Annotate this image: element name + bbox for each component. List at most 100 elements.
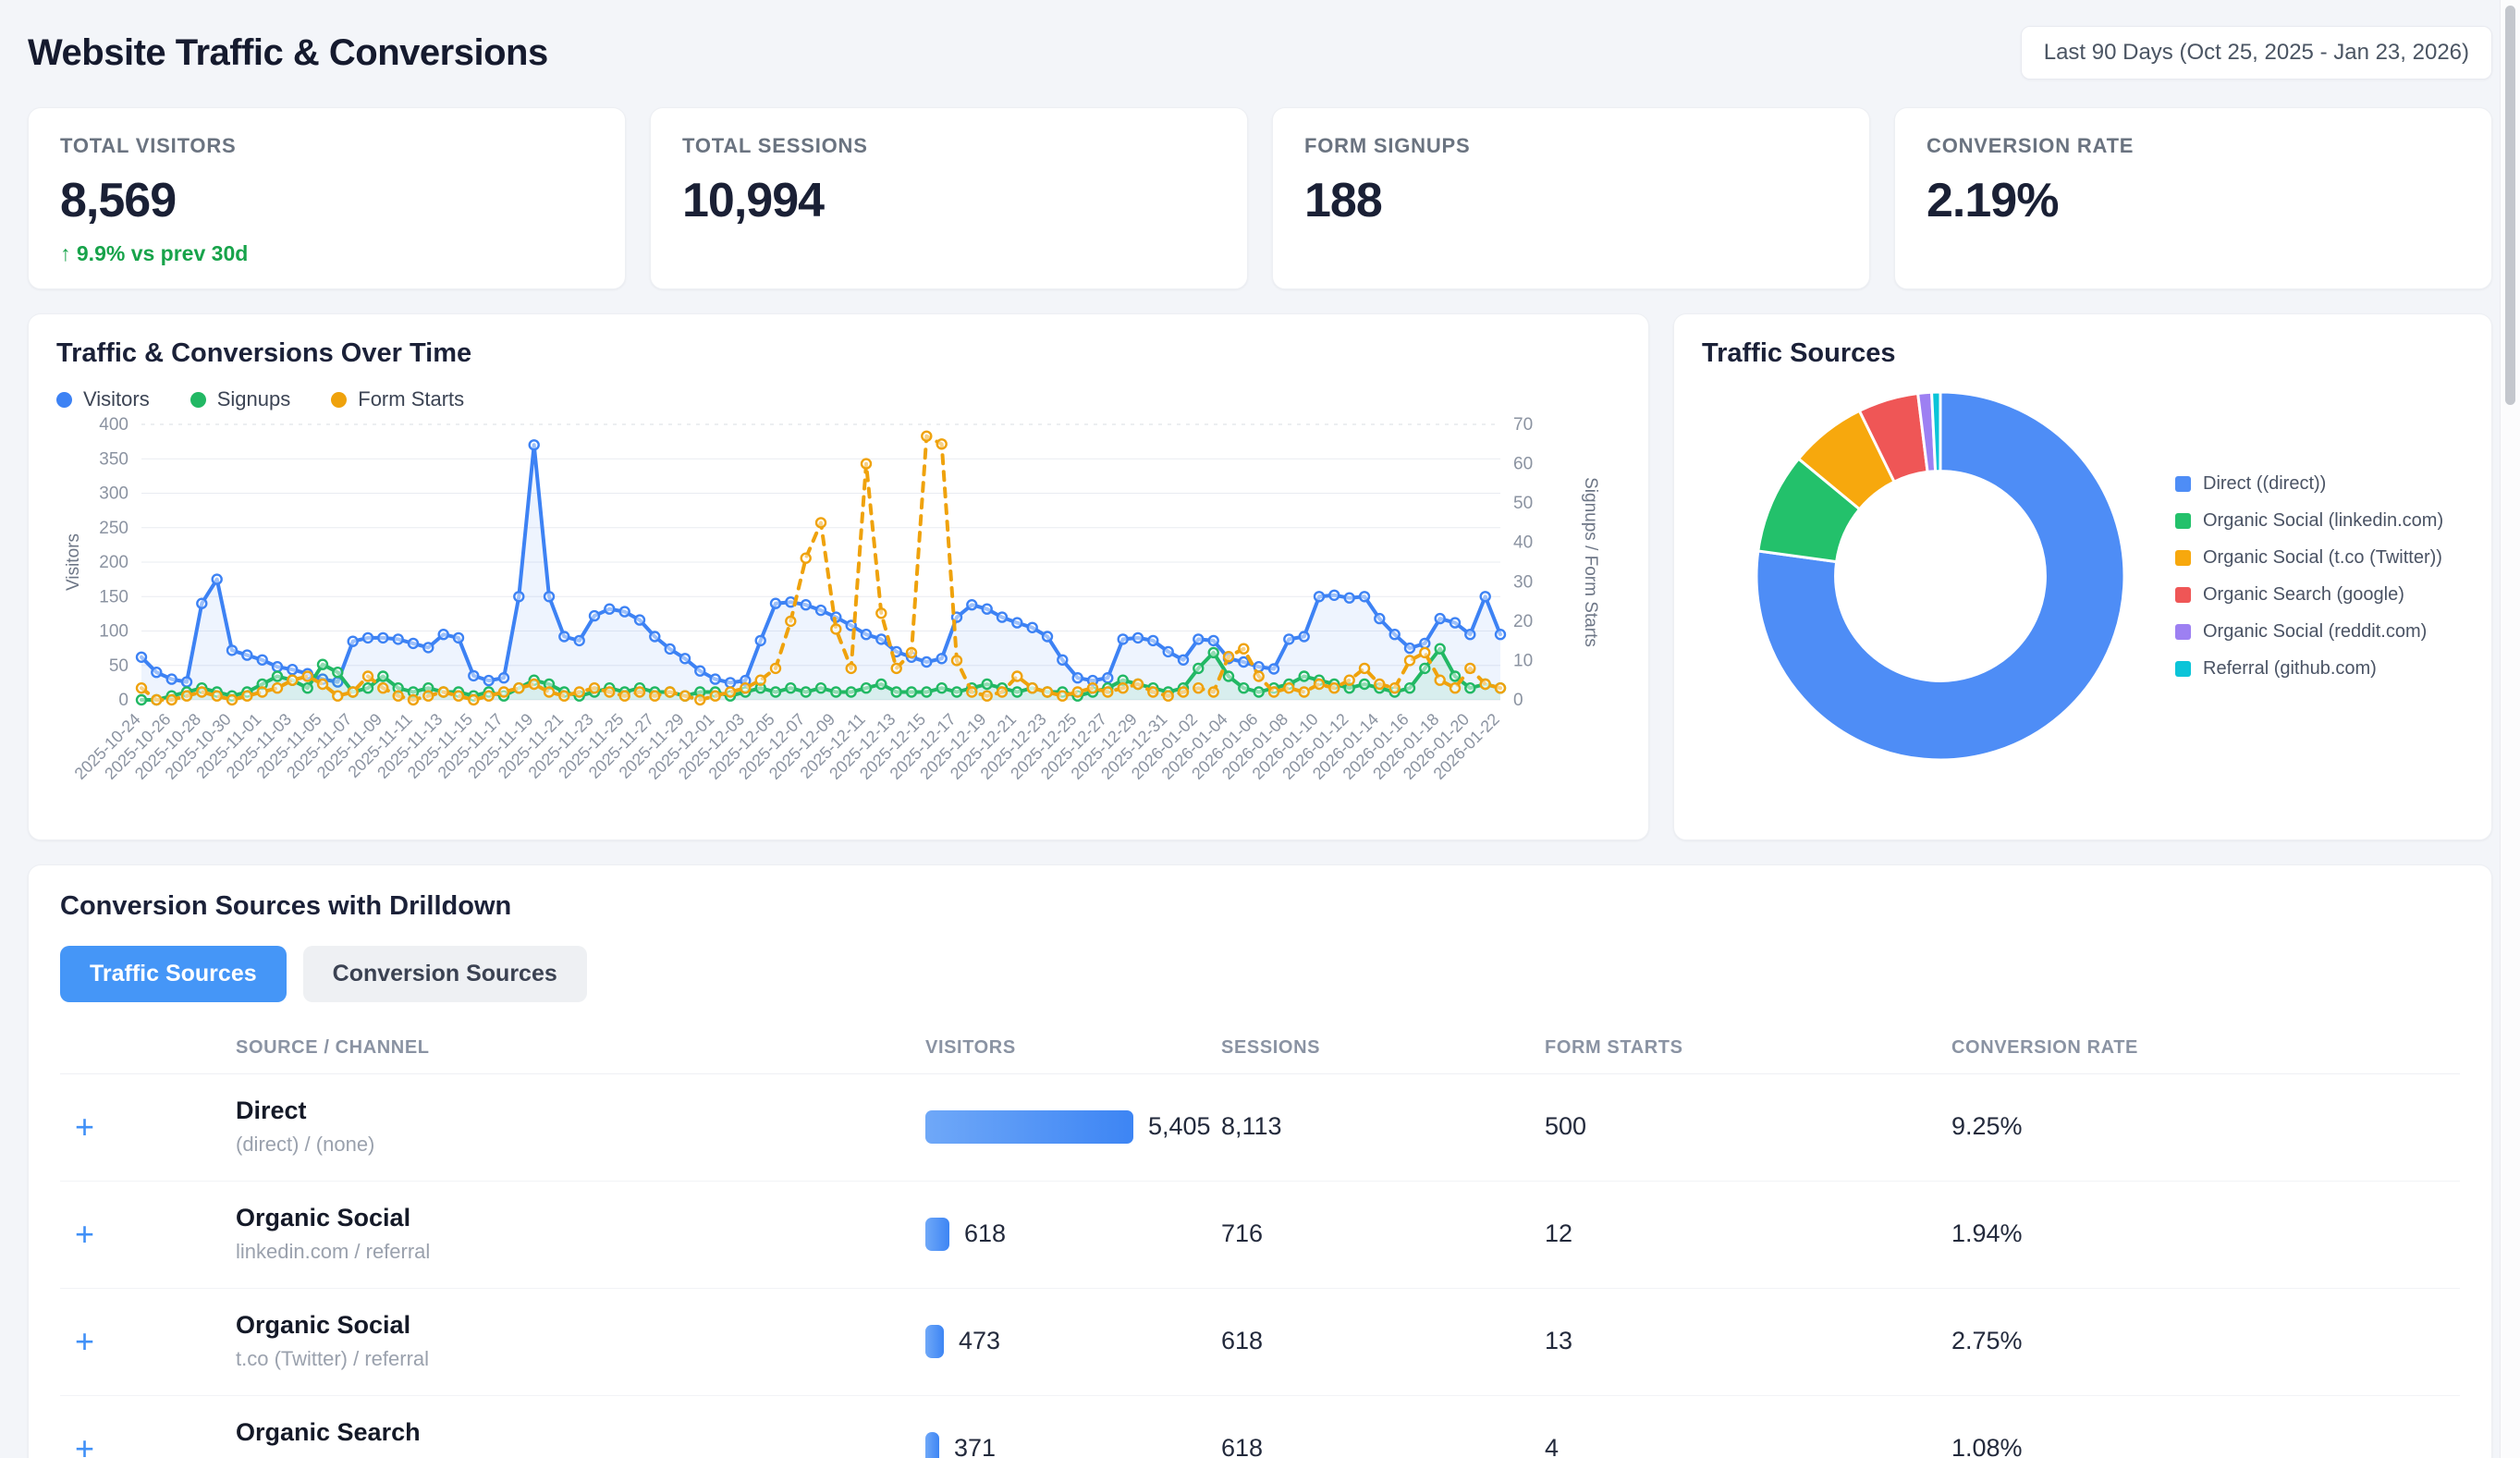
dot-icon bbox=[190, 392, 206, 408]
dashboard-page: Website Traffic & Conversions Last 90 Da… bbox=[0, 0, 2520, 1458]
donut-legend-item-referral-github-com[interactable]: Referral (github.com) bbox=[2175, 658, 2443, 680]
svg-text:10: 10 bbox=[1513, 651, 1533, 670]
svg-text:250: 250 bbox=[99, 519, 128, 538]
svg-text:60: 60 bbox=[1513, 455, 1533, 474]
expand-row-button[interactable]: + bbox=[60, 1110, 236, 1144]
legend-item-form-starts[interactable]: Form Starts bbox=[331, 387, 464, 411]
donut-legend-item-organic-search-google[interactable]: Organic Search (google) bbox=[2175, 584, 2443, 606]
visitors-bar bbox=[925, 1218, 949, 1251]
donut-legend-item-organic-social-reddit-com[interactable]: Organic Social (reddit.com) bbox=[2175, 621, 2443, 643]
legend-label: Signups bbox=[217, 387, 291, 411]
donut-legend-label: Organic Social (linkedin.com) bbox=[2203, 510, 2443, 532]
source-name: Organic Social bbox=[236, 1204, 925, 1232]
source-name: Direct bbox=[236, 1097, 925, 1125]
source-sub-label: t.co (Twitter) / referral bbox=[236, 1347, 925, 1371]
sessions-value: 716 bbox=[1221, 1219, 1545, 1248]
legend-label: Visitors bbox=[83, 387, 150, 411]
expand-row-button[interactable]: + bbox=[60, 1432, 236, 1458]
visitors-cell: 473 bbox=[925, 1325, 1221, 1358]
visitors-cell: 371 bbox=[925, 1432, 1221, 1458]
form-starts-value: 13 bbox=[1545, 1327, 1951, 1355]
expand-row-button[interactable]: + bbox=[60, 1218, 236, 1251]
stat-value: 10,994 bbox=[682, 173, 1216, 228]
tab-conversion-sources[interactable]: Conversion Sources bbox=[303, 946, 587, 1002]
sessions-value: 8,113 bbox=[1221, 1112, 1545, 1141]
sessions-value: 618 bbox=[1221, 1327, 1545, 1355]
stat-cards-row: TOTAL VISITORS8,569↑ 9.9% vs prev 30dTOT… bbox=[28, 107, 2492, 289]
donut-title: Traffic Sources bbox=[1702, 338, 2464, 369]
donut-legend-item-organic-social-linkedin-com[interactable]: Organic Social (linkedin.com) bbox=[2175, 510, 2443, 532]
svg-text:70: 70 bbox=[1513, 415, 1533, 435]
donut-legend-item-organic-social-t-co-twitter[interactable]: Organic Social (t.co (Twitter)) bbox=[2175, 547, 2443, 569]
stat-value: 2.19% bbox=[1927, 173, 2460, 228]
svg-text:0: 0 bbox=[118, 691, 128, 710]
svg-text:150: 150 bbox=[99, 587, 128, 606]
svg-text:Signups / Form Starts: Signups / Form Starts bbox=[1581, 477, 1600, 647]
column-header-conversion-rate: CONVERSION RATE bbox=[1951, 1037, 2460, 1059]
svg-text:400: 400 bbox=[99, 415, 128, 435]
legend-item-visitors[interactable]: Visitors bbox=[56, 387, 150, 411]
source-cell: Direct (direct) / (none) bbox=[236, 1097, 925, 1157]
svg-text:0: 0 bbox=[1513, 691, 1523, 710]
stat-value: 8,569 bbox=[60, 173, 593, 228]
svg-text:40: 40 bbox=[1513, 533, 1533, 553]
swatch-icon bbox=[2175, 513, 2191, 529]
plus-icon: + bbox=[75, 1322, 94, 1360]
source-sub-label: linkedin.com / referral bbox=[236, 1240, 925, 1264]
drilldown-tabs: Traffic Sources Conversion Sources bbox=[60, 946, 2460, 1002]
stat-label: TOTAL VISITORS bbox=[60, 134, 593, 158]
stat-label: TOTAL SESSIONS bbox=[682, 134, 1216, 158]
svg-text:200: 200 bbox=[99, 553, 128, 572]
page-scrollbar-thumb[interactable] bbox=[2505, 6, 2515, 405]
visitors-value: 5,405 bbox=[1148, 1112, 1211, 1141]
source-sub-label: (direct) / (none) bbox=[236, 1133, 925, 1157]
swatch-icon bbox=[2175, 550, 2191, 566]
plus-icon: + bbox=[75, 1429, 94, 1458]
charts-row: Traffic & Conversions Over Time Visitors… bbox=[28, 313, 2492, 840]
table-header-row: SOURCE / CHANNELVISITORSSESSIONSFORM STA… bbox=[60, 1037, 2460, 1074]
donut-legend-label: Organic Search (google) bbox=[2203, 584, 2404, 606]
svg-text:350: 350 bbox=[99, 449, 128, 469]
stat-value: 188 bbox=[1304, 173, 1838, 228]
page-title: Website Traffic & Conversions bbox=[28, 32, 548, 74]
visitors-bar bbox=[925, 1110, 1133, 1144]
dot-icon bbox=[331, 392, 347, 408]
visitors-value: 371 bbox=[954, 1434, 996, 1458]
table-row-t-co-twitter-referral: + Organic Socialt.co (Twitter) / referral… bbox=[60, 1289, 2460, 1396]
visitors-value: 473 bbox=[959, 1327, 1000, 1355]
form-starts-value: 12 bbox=[1545, 1219, 1951, 1248]
legend-item-signups[interactable]: Signups bbox=[190, 387, 291, 411]
legend-label: Form Starts bbox=[358, 387, 464, 411]
stat-card-conversion-rate: CONVERSION RATE 2.19% bbox=[1894, 107, 2492, 289]
visitors-bar bbox=[925, 1432, 939, 1458]
column-header-visitors: VISITORS bbox=[925, 1037, 1221, 1059]
drilldown-title: Conversion Sources with Drilldown bbox=[60, 891, 2460, 922]
visitors-value: 618 bbox=[964, 1219, 1006, 1248]
column-header-source-channel: SOURCE / CHANNEL bbox=[236, 1037, 925, 1059]
column-header-sessions: SESSIONS bbox=[1221, 1037, 1545, 1059]
conversion-rate-value: 1.94% bbox=[1951, 1219, 2460, 1248]
conversion-drilldown-card: Conversion Sources with Drilldown Traffi… bbox=[28, 864, 2492, 1458]
donut-legend-label: Organic Social (reddit.com) bbox=[2203, 621, 2427, 643]
svg-text:20: 20 bbox=[1513, 612, 1533, 631]
tab-traffic-sources[interactable]: Traffic Sources bbox=[60, 946, 287, 1002]
svg-text:50: 50 bbox=[1513, 494, 1533, 513]
expand-row-button[interactable]: + bbox=[60, 1325, 236, 1358]
traffic-sources-card: Traffic Sources Direct ((direct)) Organic… bbox=[1673, 313, 2492, 840]
source-name: Organic Search bbox=[236, 1418, 925, 1447]
stat-card-total-sessions: TOTAL SESSIONS 10,994 bbox=[650, 107, 1248, 289]
plus-icon: + bbox=[75, 1215, 94, 1253]
timeseries-legend: Visitors Signups Form Starts bbox=[56, 387, 1621, 411]
visitors-cell: 5,405 bbox=[925, 1110, 1221, 1144]
stat-label: CONVERSION RATE bbox=[1927, 134, 2460, 158]
svg-text:50: 50 bbox=[109, 656, 128, 676]
date-range-badge[interactable]: Last 90 Days (Oct 25, 2025 - Jan 23, 202… bbox=[2021, 26, 2492, 80]
traffic-sources-donut-chart bbox=[1744, 380, 2136, 772]
source-cell: Organic Socialt.co (Twitter) / referral bbox=[236, 1311, 925, 1371]
page-scrollbar-track bbox=[2500, 0, 2520, 1458]
form-starts-value: 4 bbox=[1545, 1434, 1951, 1458]
sessions-value: 618 bbox=[1221, 1434, 1545, 1458]
plus-icon: + bbox=[75, 1108, 94, 1146]
timeseries-title: Traffic & Conversions Over Time bbox=[56, 338, 1621, 369]
donut-legend-item-direct-direct[interactable]: Direct ((direct)) bbox=[2175, 473, 2443, 495]
